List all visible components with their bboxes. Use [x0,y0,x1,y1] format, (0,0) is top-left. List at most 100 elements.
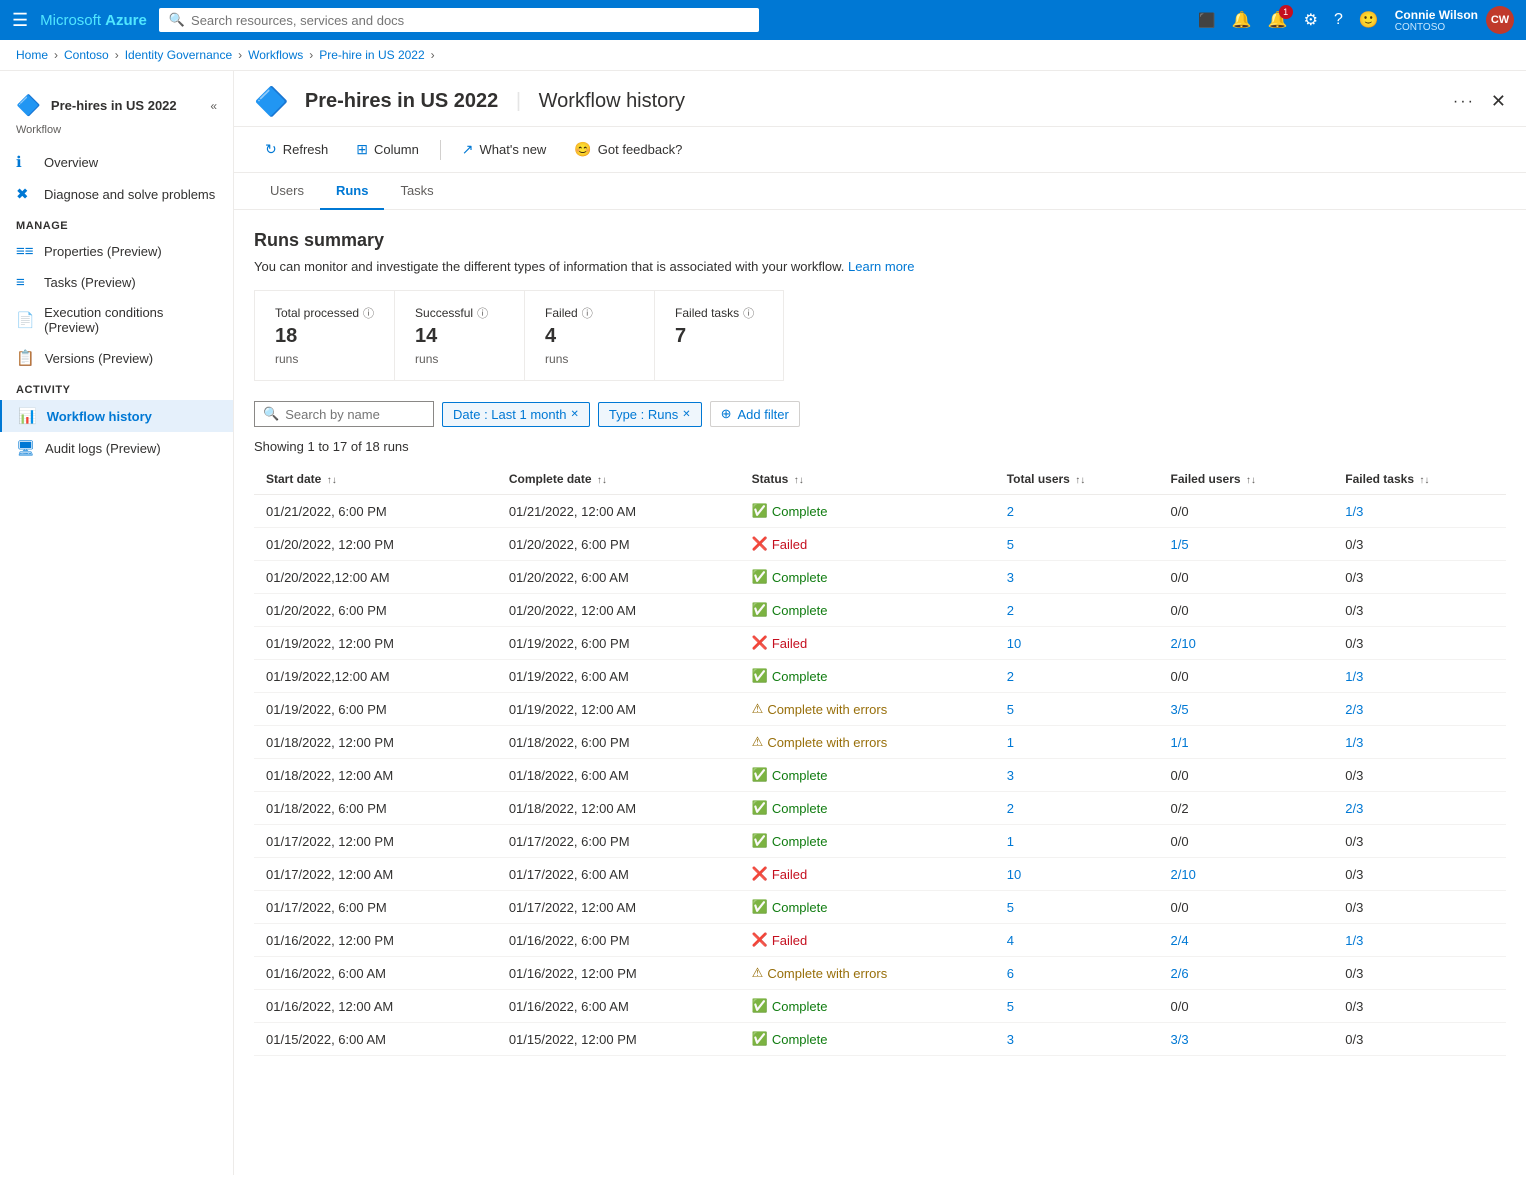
cloud-shell-icon[interactable]: ⬛ [1198,12,1215,29]
cell-total-users[interactable]: 3 [995,561,1159,594]
cell-failed-users[interactable]: 3/5 [1159,693,1334,726]
search-wrap[interactable]: 🔍 [254,401,434,427]
failed-users-link[interactable]: 1/1 [1171,735,1189,750]
total-users-link[interactable]: 2 [1007,669,1014,684]
successful-info-icon[interactable]: ⓘ [477,305,488,321]
total-users-link[interactable]: 10 [1007,867,1021,882]
cell-total-users[interactable]: 5 [995,891,1159,924]
col-failed-users[interactable]: Failed users ↑↓ [1159,464,1334,495]
sort-start-date-icon[interactable]: ↑↓ [327,475,337,486]
sidebar-item-properties[interactable]: ≡≡ Properties (Preview) [0,236,233,267]
total-users-link[interactable]: 1 [1007,834,1014,849]
total-users-link[interactable]: 5 [1007,999,1014,1014]
total-users-link[interactable]: 10 [1007,636,1021,651]
cell-failed-tasks[interactable]: 1/3 [1333,924,1506,957]
cell-total-users[interactable]: 5 [995,693,1159,726]
cell-failed-tasks[interactable]: 0/3 [1333,594,1506,627]
cell-failed-tasks[interactable]: 2/3 [1333,693,1506,726]
breadcrumb-home[interactable]: Home [16,48,48,62]
tab-runs[interactable]: Runs [320,173,385,210]
sort-status-icon[interactable]: ↑↓ [794,475,804,486]
cell-failed-users[interactable]: 2/4 [1159,924,1334,957]
sidebar-item-versions[interactable]: 📋 Versions (Preview) [0,342,233,374]
cell-total-users[interactable]: 10 [995,858,1159,891]
cell-failed-tasks[interactable]: 0/3 [1333,990,1506,1023]
got-feedback-button[interactable]: 😊 Got feedback? [563,135,693,164]
user-profile[interactable]: Connie Wilson CONTOSO CW [1395,6,1514,34]
cell-failed-tasks[interactable]: 0/3 [1333,1023,1506,1056]
type-chip-close-icon[interactable]: ✕ [682,409,690,420]
failed-users-link[interactable]: 2/6 [1171,966,1189,981]
notification-bell-icon[interactable]: 🔔 1 [1268,10,1288,30]
sort-total-users-icon[interactable]: ↑↓ [1075,475,1085,486]
add-filter-button[interactable]: ⊕ Add filter [710,401,800,427]
sidebar-item-audit-logs[interactable]: 🖥 Audit logs (Preview) [0,432,233,464]
col-failed-tasks[interactable]: Failed tasks ↑↓ [1333,464,1506,495]
col-complete-date[interactable]: Complete date ↑↓ [497,464,740,495]
close-button[interactable]: ✕ [1491,91,1506,112]
settings-icon[interactable]: ⚙ [1304,10,1318,30]
total-processed-info-icon[interactable]: ⓘ [363,305,374,321]
date-filter-chip[interactable]: Date : Last 1 month ✕ [442,402,590,427]
cell-total-users[interactable]: 5 [995,528,1159,561]
learn-more-link[interactable]: Learn more [848,259,914,274]
cell-failed-tasks[interactable]: 2/3 [1333,792,1506,825]
tab-users[interactable]: Users [254,173,320,210]
cell-total-users[interactable]: 3 [995,1023,1159,1056]
col-start-date[interactable]: Start date ↑↓ [254,464,497,495]
failed-users-link[interactable]: 1/5 [1171,537,1189,552]
cell-failed-tasks[interactable]: 0/3 [1333,891,1506,924]
sidebar-item-tasks[interactable]: ≡ Tasks (Preview) [0,267,233,298]
failed-users-link[interactable]: 2/4 [1171,933,1189,948]
cell-failed-tasks[interactable]: 0/3 [1333,957,1506,990]
cell-total-users[interactable]: 1 [995,825,1159,858]
failed-users-link[interactable]: 2/10 [1171,867,1196,882]
total-users-link[interactable]: 4 [1007,933,1014,948]
failed-users-link[interactable]: 3/3 [1171,1032,1189,1047]
user-face-icon[interactable]: 🙂 [1359,10,1379,30]
failed-tasks-link[interactable]: 1/3 [1345,669,1363,684]
cell-total-users[interactable]: 5 [995,990,1159,1023]
total-users-link[interactable]: 2 [1007,504,1014,519]
cell-failed-users[interactable]: 2/6 [1159,957,1334,990]
cell-failed-users[interactable]: 0/0 [1159,891,1334,924]
total-users-link[interactable]: 5 [1007,702,1014,717]
sidebar-item-diagnose[interactable]: ✖ Diagnose and solve problems [0,178,233,210]
cell-failed-tasks[interactable]: 0/3 [1333,858,1506,891]
total-users-link[interactable]: 3 [1007,1032,1014,1047]
cell-failed-tasks[interactable]: 1/3 [1333,495,1506,528]
cell-failed-users[interactable]: 0/0 [1159,495,1334,528]
sidebar-item-workflow-history[interactable]: 📊 Workflow history [0,400,233,432]
cell-failed-tasks[interactable]: 0/3 [1333,561,1506,594]
total-users-link[interactable]: 5 [1007,900,1014,915]
column-button[interactable]: ⊞ Column [345,135,430,164]
sidebar-collapse-btn[interactable]: « [210,99,217,113]
total-users-link[interactable]: 3 [1007,768,1014,783]
whats-new-button[interactable]: ↗ What's new [451,135,558,164]
failed-users-link[interactable]: 3/5 [1171,702,1189,717]
hamburger-menu[interactable]: ☰ [12,10,28,31]
cell-total-users[interactable]: 1 [995,726,1159,759]
more-options-btn[interactable]: ··· [1453,93,1475,111]
cell-failed-tasks[interactable]: 0/3 [1333,528,1506,561]
failed-tasks-link[interactable]: 2/3 [1345,801,1363,816]
sidebar-item-overview[interactable]: ℹ Overview [0,146,233,178]
cell-failed-users[interactable]: 0/0 [1159,660,1334,693]
failed-info-icon[interactable]: ⓘ [582,305,593,321]
failed-tasks-link[interactable]: 1/3 [1345,933,1363,948]
search-input[interactable] [191,13,749,28]
col-status[interactable]: Status ↑↓ [740,464,995,495]
cell-failed-users[interactable]: 1/5 [1159,528,1334,561]
cell-failed-users[interactable]: 0/0 [1159,594,1334,627]
cell-failed-users[interactable]: 0/0 [1159,561,1334,594]
cell-total-users[interactable]: 2 [995,495,1159,528]
cell-failed-tasks[interactable]: 0/3 [1333,759,1506,792]
tab-tasks[interactable]: Tasks [384,173,449,210]
type-filter-chip[interactable]: Type : Runs ✕ [598,402,702,427]
cell-failed-users[interactable]: 0/0 [1159,825,1334,858]
total-users-link[interactable]: 5 [1007,537,1014,552]
cell-failed-tasks[interactable]: 0/3 [1333,627,1506,660]
chip-close-icon[interactable]: ✕ [570,409,578,420]
total-users-link[interactable]: 2 [1007,801,1014,816]
failed-tasks-link[interactable]: 1/3 [1345,504,1363,519]
